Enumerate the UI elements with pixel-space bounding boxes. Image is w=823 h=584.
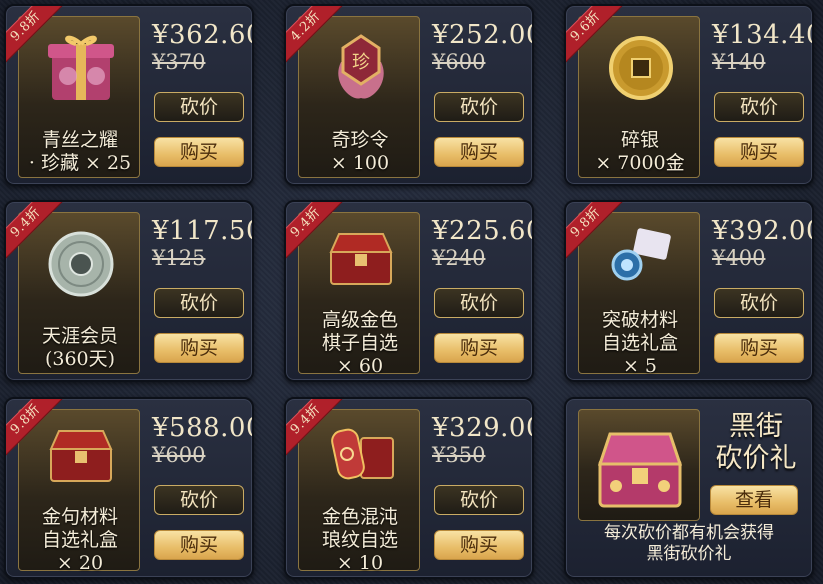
shop-item-card[interactable]: 9.4折 高级金色 棋子自选 × 60 ¥225.60 ¥240 砍价 购买 (284, 200, 534, 382)
original-price: ¥140 (712, 50, 766, 74)
chaos-tablet-icon (321, 418, 401, 492)
promo-title: 黑街 砍价礼 (715, 411, 797, 474)
promo-description: 每次砍价都有机会获得 黑街砍价礼 (604, 523, 774, 564)
shop-item-card[interactable]: 9.6折 碎银 × 7000金 ¥134.40 ¥140 砍价 购买 (564, 4, 814, 186)
item-panel: 青丝之耀 · 珍藏 × 25 (18, 16, 140, 178)
ornate-chest-icon (591, 418, 689, 514)
original-price: ¥600 (432, 50, 486, 74)
shop-item-card[interactable]: 9.8折 青丝之耀 · 珍藏 × 25 ¥362.60 ¥370 砍价 购买 (4, 4, 254, 186)
shop-item-card[interactable]: 9.4折 金色混沌 琅纹自选 × 10 ¥329.00 ¥350 砍价 购买 (284, 397, 534, 579)
shop-item-card[interactable]: 9.8折 突破材料 自选礼盒 × 5 ¥392.00 ¥400 砍价 购买 (564, 200, 814, 382)
item-name: 突破材料 自选礼盒 × 5 (601, 309, 678, 377)
original-price: ¥350 (432, 443, 486, 467)
gold-coin-icon (601, 31, 681, 105)
bargain-button[interactable]: 砍价 (434, 92, 524, 122)
buy-button[interactable]: 购买 (154, 333, 244, 363)
item-panel: 珍 奇珍令 × 100 (298, 16, 420, 178)
shop-item-card[interactable]: 4.2折 珍 奇珍令 × 100 ¥252.00 ¥600 砍价 购买 (284, 4, 534, 186)
buy-button[interactable]: 购买 (154, 137, 244, 167)
shop-grid: 9.8折 青丝之耀 · 珍藏 × 25 ¥362.60 ¥370 砍价 购买 4… (0, 0, 823, 584)
item-panel: 碎银 × 7000金 (578, 16, 700, 178)
buy-button[interactable]: 购买 (714, 137, 804, 167)
current-price: ¥134.40 (712, 20, 814, 50)
svg-text:珍: 珍 (352, 52, 370, 73)
item-panel: 高级金色 棋子自选 × 60 (298, 212, 420, 377)
current-price: ¥117.50 (152, 216, 254, 246)
promo-card[interactable]: 黑街 砍价礼 查看 每次砍价都有机会获得 黑街砍价礼 (564, 397, 814, 579)
buy-button[interactable]: 购买 (434, 333, 524, 363)
current-price: ¥329.00 (432, 413, 534, 443)
item-name: 青丝之耀 · 珍藏 × 25 (28, 129, 132, 174)
bargain-button[interactable]: 砍价 (714, 288, 804, 318)
treasure-token-icon: 珍 (321, 31, 401, 105)
shop-item-card[interactable]: 9.8折 金句材料 自选礼盒 × 20 ¥588.00 ¥600 砍价 购买 (4, 397, 254, 579)
gift-box-icon (41, 31, 121, 105)
bargain-button[interactable]: 砍价 (714, 92, 804, 122)
material-bundle-icon (601, 219, 681, 293)
bargain-button[interactable]: 砍价 (154, 92, 244, 122)
buy-button[interactable]: 购买 (434, 137, 524, 167)
item-panel: 突破材料 自选礼盒 × 5 (578, 212, 700, 377)
current-price: ¥362.60 (152, 20, 254, 50)
buy-button[interactable]: 购买 (434, 530, 524, 560)
current-price: ¥392.00 (712, 216, 814, 246)
original-price: ¥370 (152, 50, 206, 74)
item-name: 金句材料 自选礼盒 × 20 (41, 506, 118, 574)
shop-item-card[interactable]: 9.4折 天涯会员 (360天) ¥117.50 ¥125 砍价 购买 (4, 200, 254, 382)
current-price: ¥252.00 (432, 20, 534, 50)
original-price: ¥240 (432, 246, 486, 270)
bargain-button[interactable]: 砍价 (154, 288, 244, 318)
current-price: ¥225.60 (432, 216, 534, 246)
item-name: 天涯会员 (360天) (41, 325, 118, 370)
item-panel: 金色混沌 琅纹自选 × 10 (298, 409, 420, 574)
item-panel: 天涯会员 (360天) (18, 212, 140, 374)
current-price: ¥588.00 (152, 413, 254, 443)
item-name: 奇珍令 × 100 (330, 129, 390, 174)
red-chest-icon (41, 418, 121, 492)
item-name: 金色混沌 琅纹自选 × 10 (321, 506, 398, 574)
jade-pendant-icon (41, 227, 121, 301)
buy-button[interactable]: 购买 (714, 333, 804, 363)
original-price: ¥125 (152, 246, 206, 270)
original-price: ¥600 (152, 443, 206, 467)
item-name: 高级金色 棋子自选 × 60 (321, 309, 398, 377)
buy-button[interactable]: 购买 (154, 530, 244, 560)
bargain-button[interactable]: 砍价 (154, 485, 244, 515)
item-panel: 金句材料 自选礼盒 × 20 (18, 409, 140, 574)
promo-panel (578, 409, 700, 521)
red-chest-icon (321, 221, 401, 295)
bargain-button[interactable]: 砍价 (434, 485, 524, 515)
original-price: ¥400 (712, 246, 766, 270)
bargain-button[interactable]: 砍价 (434, 288, 524, 318)
view-button[interactable]: 查看 (710, 485, 798, 515)
item-name: 碎银 × 7000金 (595, 129, 685, 174)
